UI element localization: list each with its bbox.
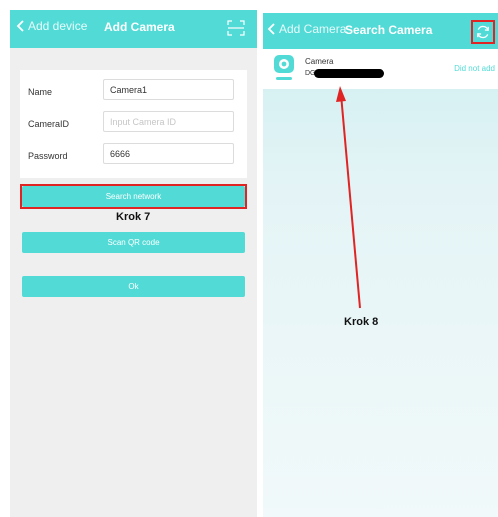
step-8-label: Krok 8 — [344, 316, 379, 328]
name-row: Name — [20, 79, 247, 109]
camera-id-label: CameraID — [28, 119, 70, 129]
name-label: Name — [28, 87, 53, 97]
found-camera-item[interactable]: Camera DG Did not add — [263, 49, 498, 89]
camera-icon — [274, 55, 294, 80]
camera-name: Camera — [305, 57, 334, 66]
search-camera-header: Add Camera Search Camera — [263, 13, 498, 49]
ok-button[interactable]: Ok — [22, 276, 245, 297]
page-title: Add Camera — [104, 20, 175, 34]
back-to-add-camera-button[interactable]: Add Camera — [267, 22, 346, 36]
refresh-icon — [477, 25, 489, 39]
search-camera-screen: Add Camera Search Camera Camera DG Did n… — [263, 13, 498, 517]
add-camera-screen: Add device Add Camera Name CameraID Pass… — [10, 10, 257, 517]
password-row: Password — [20, 143, 247, 173]
scan-frame-icon[interactable] — [227, 20, 245, 36]
name-field[interactable] — [103, 79, 234, 100]
password-label: Password — [28, 151, 68, 161]
step-7-highlight — [20, 184, 247, 209]
refresh-button[interactable] — [471, 20, 495, 44]
camera-status[interactable]: Did not add — [454, 64, 495, 73]
step-7-label: Krok 7 — [116, 211, 151, 223]
chevron-left-icon — [267, 23, 275, 35]
camera-id-row: CameraID — [20, 111, 247, 141]
password-field[interactable] — [103, 143, 234, 164]
camera-id-field[interactable] — [103, 111, 234, 132]
back-label: Add Camera — [279, 22, 347, 36]
page-title: Search Camera — [345, 23, 433, 37]
camera-form: Name CameraID Password — [20, 70, 247, 178]
back-to-add-device-button[interactable]: Add device — [16, 19, 87, 33]
redaction-bar — [314, 69, 384, 78]
scan-qr-code-button[interactable]: Scan QR code — [22, 232, 245, 253]
back-label: Add device — [28, 19, 88, 33]
add-camera-header: Add device Add Camera — [10, 10, 257, 48]
chevron-left-icon — [16, 20, 24, 32]
